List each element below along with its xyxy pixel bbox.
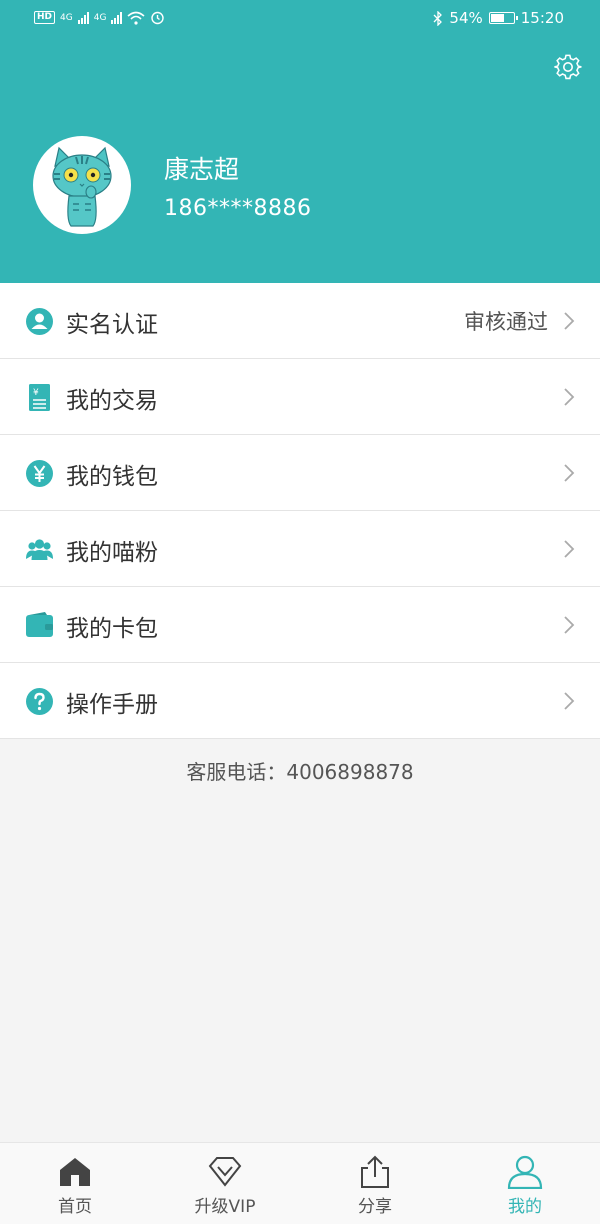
hd-badge: HD xyxy=(34,11,56,24)
menu-item-label: 我的喵粉 xyxy=(66,540,158,566)
yen-coin-icon xyxy=(26,460,53,487)
network-type-2: 4G xyxy=(93,12,107,23)
receipt-icon: ¥ xyxy=(29,384,50,411)
menu-item-fans[interactable]: 我的喵粉 xyxy=(0,511,600,587)
clock: 15:20 xyxy=(520,9,564,27)
tab-label: 分享 xyxy=(358,1197,392,1217)
wallet-icon xyxy=(26,612,53,637)
tab-label: 我的 xyxy=(508,1197,542,1217)
group-icon xyxy=(26,539,53,560)
signal-icon xyxy=(111,11,123,24)
tab-upgrade-vip[interactable]: 升级VIP xyxy=(150,1143,300,1224)
gear-icon[interactable] xyxy=(554,53,582,81)
tab-share[interactable]: 分享 xyxy=(300,1143,450,1224)
wifi-icon xyxy=(127,11,145,25)
battery-percent: 54% xyxy=(449,9,483,27)
network-type-1: 4G xyxy=(60,12,73,23)
chevron-right-icon xyxy=(564,616,575,634)
status-bar: HD 4G 4G 54% 15:20 xyxy=(0,0,600,38)
menu-item-label: 我的钱包 xyxy=(66,464,158,490)
tab-home[interactable]: 首页 xyxy=(0,1143,150,1224)
chevron-right-icon xyxy=(564,312,575,330)
menu-item-label: 我的卡包 xyxy=(66,616,158,642)
user-name: 康志超 xyxy=(164,155,240,184)
alarm-icon xyxy=(151,11,165,25)
menu-item-label: 我的交易 xyxy=(66,388,158,414)
signal-icon xyxy=(77,11,89,24)
battery-icon xyxy=(488,12,518,24)
menu-item-transactions[interactable]: ¥ 我的交易 xyxy=(0,359,600,435)
cat-avatar-icon[interactable] xyxy=(33,136,131,234)
bluetooth-icon xyxy=(433,10,443,26)
menu-item-label: 操作手册 xyxy=(66,692,158,718)
svg-text:¥: ¥ xyxy=(33,388,39,398)
menu-item-card-wallet[interactable]: 我的卡包 xyxy=(0,587,600,663)
user-phone: 186****8886 xyxy=(164,196,312,221)
tab-mine[interactable]: 我的 xyxy=(450,1143,600,1224)
tab-label: 首页 xyxy=(58,1197,92,1217)
verification-status: 审核通过 xyxy=(464,310,548,334)
diamond-icon xyxy=(208,1157,242,1187)
chevron-right-icon xyxy=(564,540,575,558)
menu-item-wallet[interactable]: 我的钱包 xyxy=(0,435,600,511)
menu-item-label: 实名认证 xyxy=(66,312,158,338)
profile-header: HD 4G 4G 54% 15:20 康志超 186****8886 xyxy=(0,0,600,283)
help-icon xyxy=(26,688,53,715)
menu-list: 实名认证 审核通过 ¥ 我的交易 我的钱包 我的喵粉 我的卡包 操作手册 xyxy=(0,283,600,739)
home-icon xyxy=(60,1158,90,1186)
person-icon xyxy=(507,1155,543,1189)
chevron-right-icon xyxy=(564,388,575,406)
menu-item-manual[interactable]: 操作手册 xyxy=(0,663,600,739)
share-icon xyxy=(361,1155,389,1188)
chevron-right-icon xyxy=(564,692,575,710)
menu-item-real-name[interactable]: 实名认证 审核通过 xyxy=(0,283,600,359)
tab-label: 升级VIP xyxy=(194,1197,256,1217)
user-circle-icon xyxy=(26,308,53,335)
bottom-tab-bar: 首页 升级VIP 分享 我的 xyxy=(0,1142,600,1224)
customer-service-phone[interactable]: 客服电话：4006898878 xyxy=(0,756,600,785)
chevron-right-icon xyxy=(564,464,575,482)
